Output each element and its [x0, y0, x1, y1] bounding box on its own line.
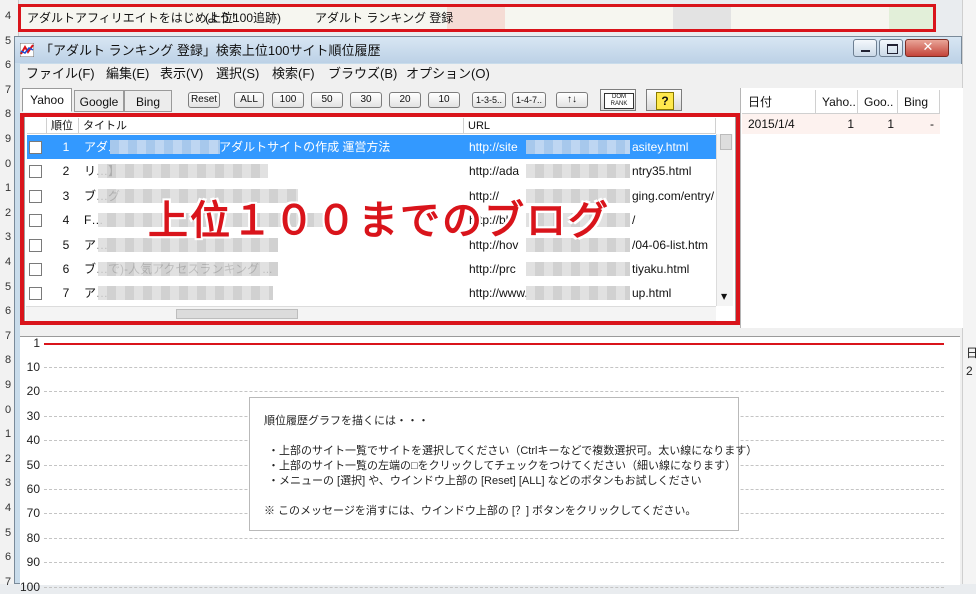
history-yahoo: 1: [816, 114, 858, 134]
top30-button[interactable]: 30: [350, 92, 382, 108]
graph-gridline: [44, 367, 944, 368]
menu-options[interactable]: オプション(O): [406, 64, 490, 84]
column-date[interactable]: 日付: [742, 90, 816, 114]
graph-gridline: [44, 562, 944, 564]
spreadsheet-cell-text: 2: [966, 364, 973, 378]
window-title: 「アダルト ランキング 登録」検索上位100サイト順位履歴: [40, 43, 381, 58]
help-message-line: ・上部のサイト一覧でサイトを選択してください（Ctrlキーなどで複数選択可。太い…: [268, 445, 758, 457]
graph-gridline: [44, 586, 944, 588]
help-message-line: 順位履歴グラフを描くには・・・: [264, 415, 429, 427]
y-axis-label: 60: [26, 482, 40, 496]
help-button[interactable]: ?: [646, 89, 682, 111]
y-axis-label: 10: [26, 360, 40, 374]
highlighted-banner-row: アダルトアフィリエイトをはじめよう！ (上位100追跡) アダルト ランキング …: [18, 4, 936, 32]
column-google[interactable]: Goo..: [858, 90, 898, 114]
top50-button[interactable]: 50: [311, 92, 343, 108]
help-message-line: ※ このメッセージを消すには、ウインドウ上部の [？] ボタンをクリックしてくだ…: [264, 505, 697, 517]
menu-browse[interactable]: ブラウズ(B): [328, 64, 397, 84]
range-135-button[interactable]: 1-3-5..: [472, 92, 506, 108]
pane-splitter[interactable]: [20, 328, 962, 336]
top20-button[interactable]: 20: [389, 92, 421, 108]
help-message-line: ・上部のサイト一覧の左端の□をクリックしてチェックをつけてください（細い線になり…: [268, 460, 736, 472]
domrank-icon: DOM RANK: [604, 93, 634, 109]
tab-bing[interactable]: Bing: [124, 90, 172, 112]
y-axis-label: 90: [26, 555, 40, 570]
banner-track-label: (上位100追跡): [205, 11, 282, 25]
menu-select[interactable]: 選択(S): [216, 64, 259, 84]
y-axis-label: 80: [26, 530, 40, 545]
help-message-line: ・メニューの [選択] や、ウインドウ上部の [Reset] [ALL] などの…: [268, 475, 702, 487]
overlay-annotation: 上位１００までのブログ: [148, 197, 610, 244]
y-axis-label: 1: [33, 336, 40, 350]
y-axis-label: 30: [26, 408, 40, 423]
menu-search[interactable]: 検索(F): [272, 64, 315, 84]
close-button[interactable]: ✕: [905, 39, 949, 57]
spreadsheet-row-number: 4: [4, 10, 12, 22]
y-axis-label: 70: [26, 506, 40, 521]
tab-yahoo[interactable]: Yahoo: [22, 88, 72, 112]
close-icon: ✕: [922, 40, 934, 55]
spreadsheet-cell-text: 日: [966, 346, 976, 360]
menu-edit[interactable]: 編集(E): [106, 64, 149, 84]
y-axis-label: 20: [26, 384, 40, 399]
banner-keyword: アダルト ランキング 登録: [315, 11, 454, 25]
top10-button[interactable]: 10: [428, 92, 460, 108]
spreadsheet-right-edge: [962, 0, 976, 584]
domrank-button[interactable]: DOM RANK: [600, 89, 636, 111]
history-date: 2015/1/4: [742, 114, 816, 134]
history-bing: -: [898, 114, 940, 134]
menu-file[interactable]: ファイル(F): [26, 64, 95, 84]
reset-button[interactable]: Reset: [188, 92, 220, 108]
history-google: 1: [858, 114, 898, 134]
tab-google[interactable]: Google: [74, 90, 124, 112]
top100-button[interactable]: 100: [272, 92, 304, 108]
graph-gridline: [44, 537, 944, 539]
column-bing[interactable]: Bing: [898, 90, 940, 114]
help-icon: ?: [656, 92, 674, 110]
y-axis-label: 100: [19, 579, 40, 594]
menu-bar: ファイル(F) 編集(E) 表示(V) 選択(S) 検索(F) ブラウズ(B) …: [20, 64, 962, 84]
minimize-button[interactable]: [853, 39, 877, 57]
all-button[interactable]: ALL: [234, 92, 264, 108]
sort-button[interactable]: ↑↓: [556, 92, 588, 108]
range-147-button[interactable]: 1-4-7..: [512, 92, 546, 108]
app-chart-icon: [20, 43, 34, 57]
maximize-button[interactable]: [879, 39, 903, 57]
minimize-icon: [861, 50, 870, 52]
column-yahoo[interactable]: Yaho..: [816, 90, 858, 114]
graph-top-line: [44, 343, 944, 345]
y-axis-label: 50: [26, 457, 40, 472]
menu-view[interactable]: 表示(V): [160, 64, 203, 84]
maximize-icon: [887, 44, 898, 54]
graph-gridline: [44, 391, 944, 393]
y-axis-label: 40: [26, 433, 40, 448]
